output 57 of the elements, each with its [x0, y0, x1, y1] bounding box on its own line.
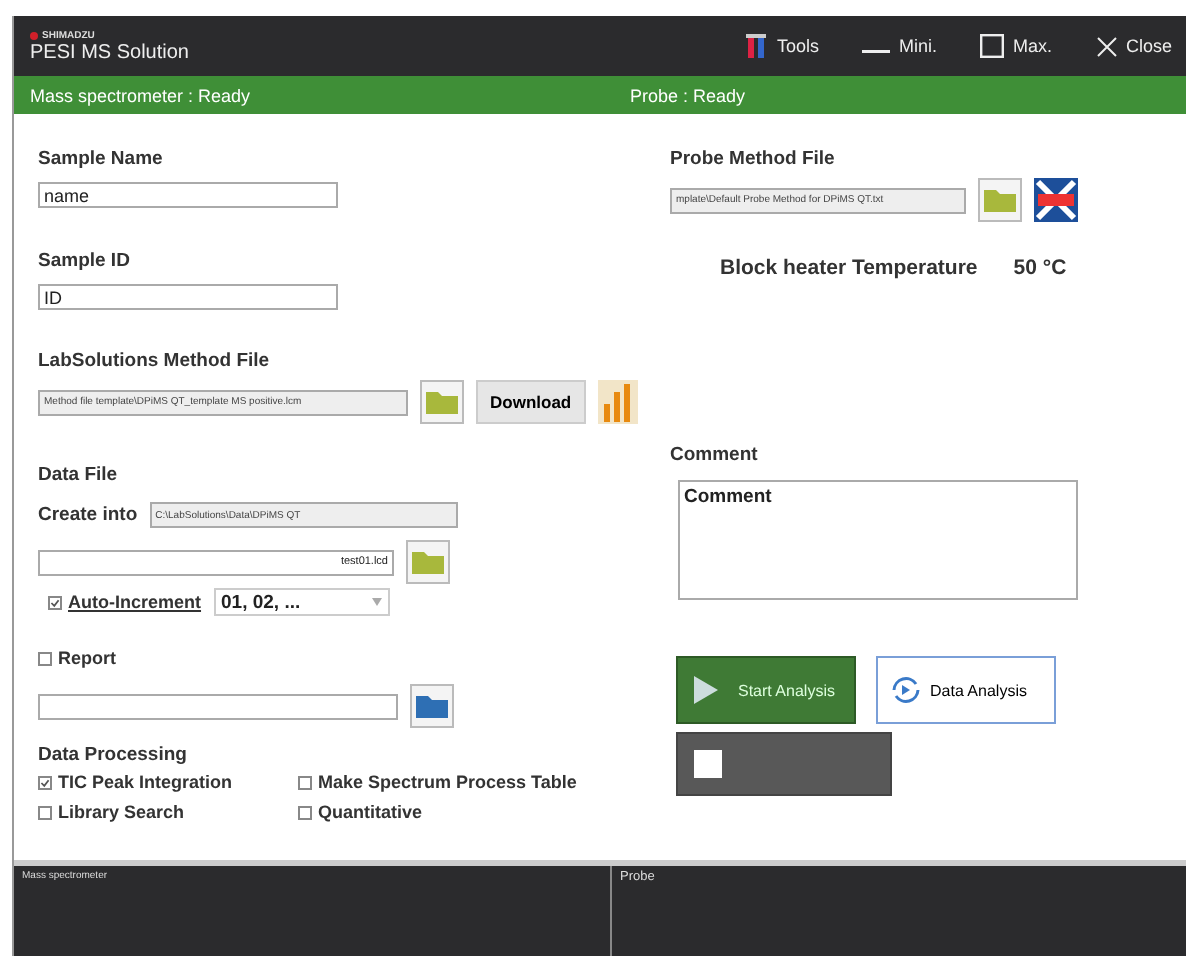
comment-field[interactable]: Comment: [678, 480, 1078, 600]
maximize-icon: [980, 34, 1005, 58]
folder-button[interactable]: [410, 684, 454, 728]
checkbox[interactable]: [298, 775, 312, 789]
field-label: Sample ID: [38, 250, 132, 272]
caret-icon: [371, 598, 382, 606]
stop-button[interactable]: [676, 732, 892, 796]
checkbox-label: Library Search: [58, 802, 185, 822]
checkbox[interactable]: [38, 805, 52, 819]
report-path-field[interactable]: [38, 693, 398, 719]
folder-icon: [414, 692, 450, 720]
cycle-icon: [890, 676, 922, 704]
checkbox-label: Auto-Increment: [68, 592, 202, 612]
close-button[interactable]: Close: [1095, 35, 1172, 57]
checkbox[interactable]: [38, 651, 52, 665]
folder-icon: [424, 388, 460, 416]
field-label: LabSolutions Method File: [38, 350, 272, 372]
checkbox-label: Make Spectrum Process Table: [318, 772, 577, 792]
logo-icon: [30, 31, 38, 39]
stop-icon: [694, 750, 722, 778]
temperature-value: 50 °C: [1013, 256, 1067, 280]
max-button[interactable]: Max.: [980, 34, 1052, 58]
window-title: PESI MS Solution: [30, 41, 191, 63]
start-analysis-button[interactable]: Start Analysis: [676, 656, 856, 724]
min-button[interactable]: Mini.: [862, 36, 937, 56]
field-label: Probe Method File: [670, 148, 837, 170]
folder-button[interactable]: [420, 380, 464, 424]
probe-status: Probe : Ready: [630, 85, 746, 105]
download-button[interactable]: Download: [476, 380, 586, 424]
field-label: Sample Name: [38, 148, 165, 170]
sample-name-field[interactable]: name: [38, 182, 338, 208]
close-icon: [1095, 35, 1118, 57]
folder-icon: [410, 548, 446, 576]
data-analysis-button[interactable]: Data Analysis: [876, 656, 1056, 724]
ms-status: Mass spectrometer : Ready: [30, 85, 253, 105]
field-label: Data Processing: [38, 744, 189, 766]
field-label: Create into: [38, 504, 138, 526]
tools-icon: [744, 32, 769, 60]
checkbox-label: Quantitative: [318, 802, 423, 822]
minimize-icon: [862, 50, 891, 54]
play-icon: [694, 676, 718, 704]
chart-icon[interactable]: [597, 380, 638, 424]
checkbox[interactable]: [38, 775, 52, 789]
tools-button[interactable]: Tools: [744, 32, 819, 60]
sample-id-field[interactable]: ID: [38, 284, 338, 310]
checkbox-label: TIC Peak Integration: [58, 772, 233, 792]
checkbox[interactable]: [48, 595, 62, 609]
field-label: Block heater Temperature: [720, 256, 978, 280]
pesi-icon[interactable]: [1034, 178, 1078, 222]
folder-button[interactable]: [406, 540, 450, 584]
checkbox[interactable]: [298, 805, 312, 819]
increment-dropdown[interactable]: 01, 02, ...: [213, 588, 390, 616]
field-label: Data File: [38, 464, 120, 486]
folder-button[interactable]: [978, 178, 1022, 222]
folder-icon: [982, 186, 1018, 214]
checkbox-label: Report: [58, 648, 116, 668]
field-label: Comment: [670, 444, 760, 466]
